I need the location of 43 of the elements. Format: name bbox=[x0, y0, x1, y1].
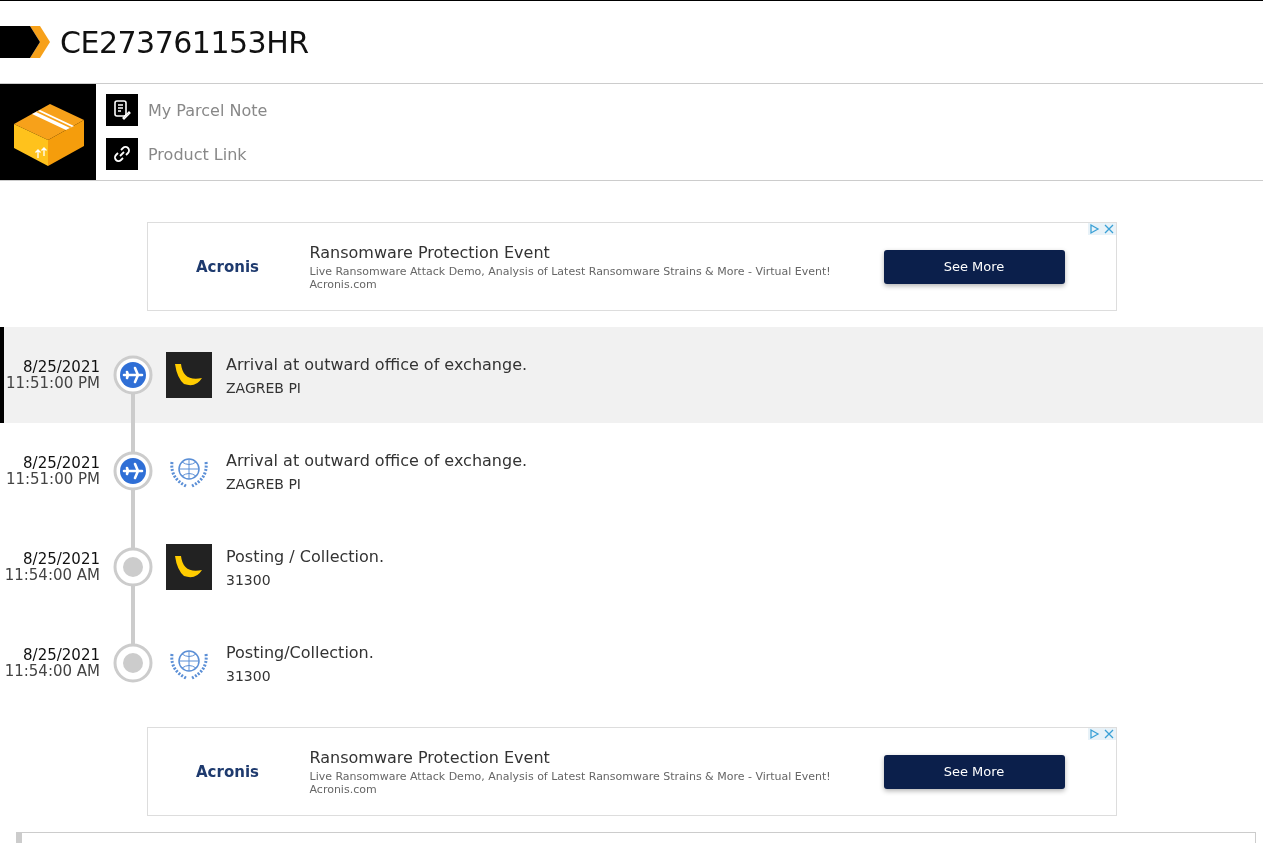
event-location: 31300 bbox=[226, 571, 272, 588]
see-more-button[interactable]: See More bbox=[883, 249, 1065, 284]
airplane-status-icon bbox=[113, 355, 153, 395]
ad-description: Live Ransomware Attack Demo, Analysis of Latest Ransomware Strains & More - Virtual Event! bbox=[309, 769, 832, 783]
event-time: 11:54:00 AM bbox=[4, 663, 100, 679]
ad-title[interactable]: Ransomware Protection Event bbox=[309, 747, 884, 767]
status-dot-icon bbox=[113, 547, 153, 587]
ad-choices-icon[interactable] bbox=[1087, 223, 1116, 235]
event-location: 31300 bbox=[226, 667, 272, 684]
note-edit-icon[interactable] bbox=[106, 94, 138, 126]
link-icon[interactable] bbox=[106, 138, 138, 170]
event-time: 11:51:00 PM bbox=[5, 471, 100, 487]
selected-event-row[interactable]: 8/25/2021 11:51:00 PM Arrival at outward office of exchange. ZAGREB PI bbox=[0, 327, 1263, 423]
event-description: Arrival at outward office of exchange. bbox=[226, 450, 528, 470]
event-date: 8/25/2021 bbox=[23, 551, 100, 567]
event-time: 11:51:00 PM bbox=[5, 375, 100, 391]
tracking-number: CE273761153HR bbox=[60, 24, 309, 60]
event-row[interactable]: 8/25/2021 11:54:00 AM Posting / Collection. 31300 bbox=[0, 519, 1263, 615]
ad-domain: Acronis.com bbox=[309, 782, 378, 796]
ad-choices-icon[interactable] bbox=[1087, 728, 1116, 740]
parcel-link[interactable]: Product Link bbox=[148, 144, 247, 164]
event-date: 8/25/2021 bbox=[23, 359, 100, 375]
event-time: 11:54:00 AM bbox=[4, 567, 100, 583]
airplane-status-icon bbox=[113, 451, 153, 491]
event-row[interactable]: 8/25/2021 11:54:00 AM Posting/Collection. 31300 bbox=[0, 615, 1263, 711]
status-dot-icon bbox=[113, 643, 153, 683]
ad-domain: Acronis.com bbox=[309, 277, 378, 291]
horn-logo-icon bbox=[166, 352, 212, 398]
ad-brand-logo: Acronis bbox=[195, 762, 260, 781]
parcel-link[interactable]: My Parcel Note bbox=[148, 100, 268, 120]
event-location: ZAGREB PI bbox=[226, 475, 302, 492]
event-description: Posting/Collection. bbox=[226, 642, 374, 662]
event-description: Posting / Collection. bbox=[226, 546, 384, 566]
ad-brand-logo: Acronis bbox=[195, 257, 260, 276]
event-date: 8/25/2021 bbox=[23, 647, 100, 663]
see-more-button[interactable]: See More bbox=[883, 754, 1065, 789]
event-location: ZAGREB PI bbox=[226, 379, 302, 396]
ad-description: Live Ransomware Attack Demo, Analysis of Latest Ransomware Strains & More - Virtual Event! bbox=[309, 264, 832, 278]
event-description: Arrival at outward office of exchange. bbox=[226, 354, 528, 374]
event-row[interactable]: 8/25/2021 11:51:00 PM Arrival at outward office of exchange. ZAGREB PI bbox=[0, 423, 1263, 519]
event-date: 8/25/2021 bbox=[23, 455, 100, 471]
horn-logo-icon bbox=[166, 544, 212, 590]
ad-title[interactable]: Ransomware Protection Event bbox=[309, 242, 884, 262]
